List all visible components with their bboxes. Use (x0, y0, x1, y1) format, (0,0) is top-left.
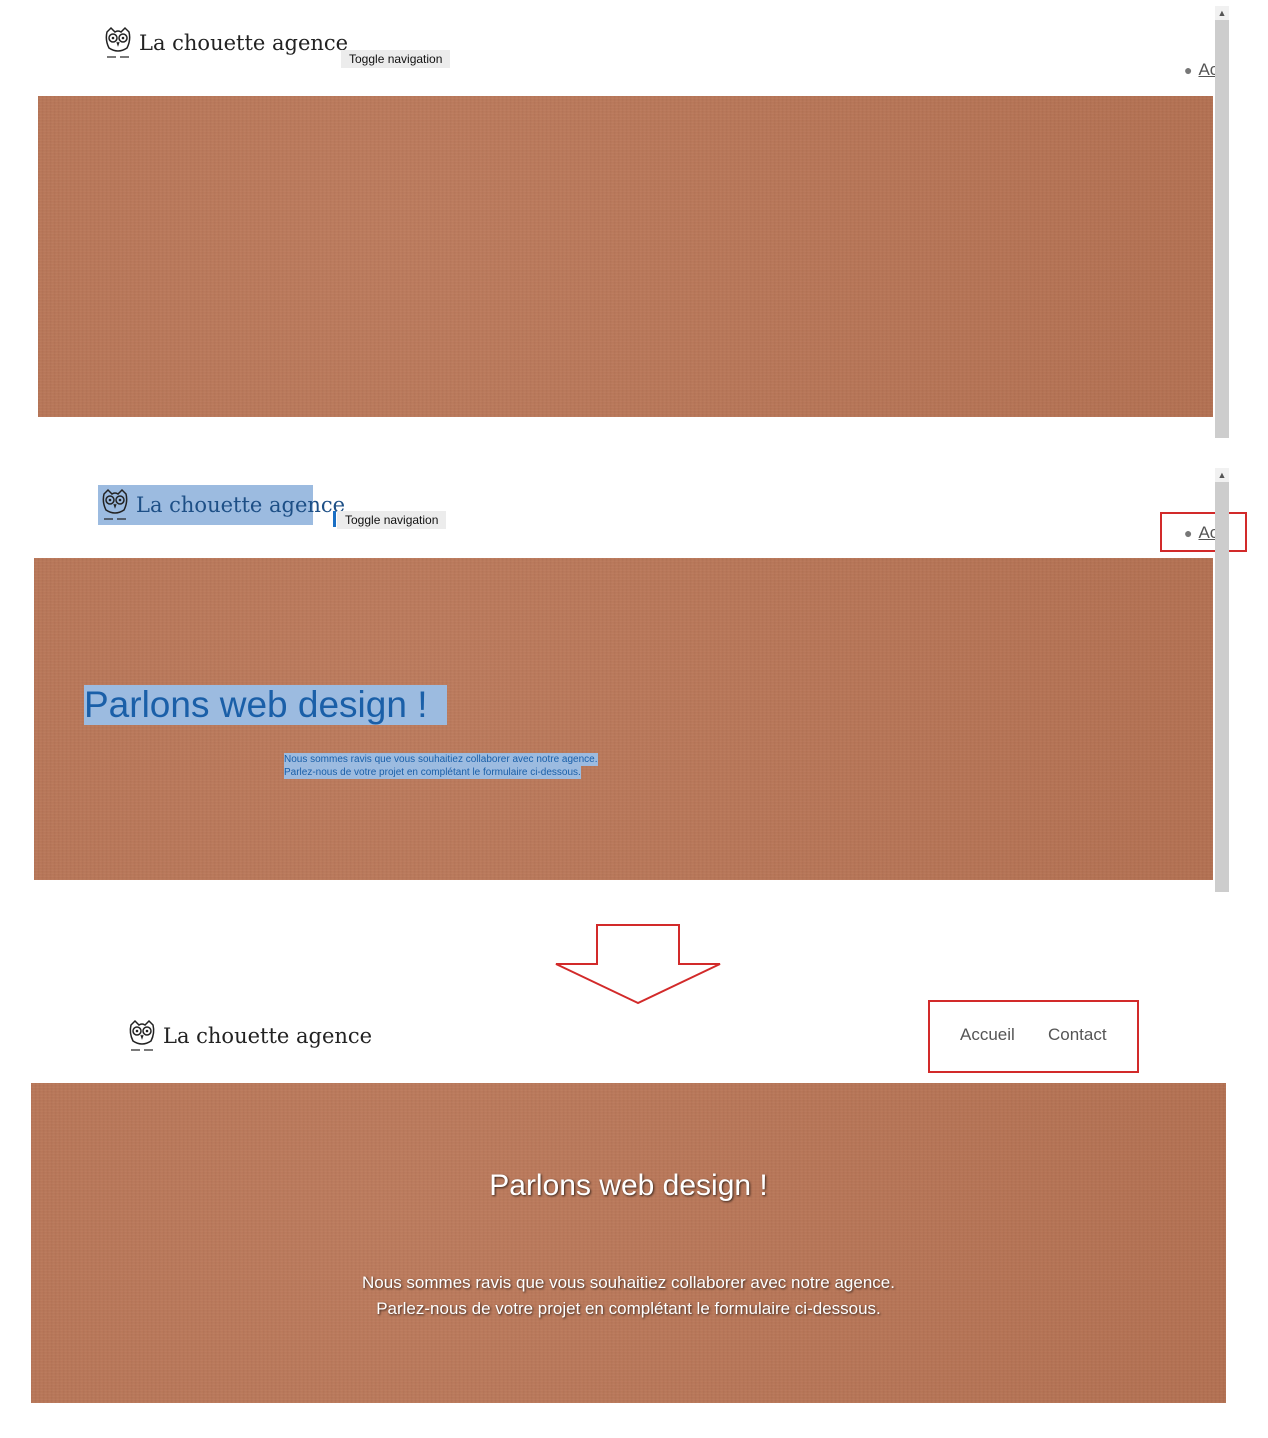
scroll-up-icon[interactable]: ▲ (1215, 6, 1229, 20)
bullet-icon: ● (1184, 62, 1193, 78)
hero-subtitle-line-1: Nous sommes ravis que vous souhaitiez co… (362, 1273, 895, 1292)
hero-subtitle-line-2: Parlez-nous de votre projet en complétan… (284, 766, 581, 779)
toggle-navigation-button[interactable]: Toggle navigation (337, 511, 447, 529)
hero-banner: Parlons web design ! Nous sommes ravis q… (34, 558, 1213, 880)
brand-name: La chouette agence (139, 31, 349, 55)
hero-title: Parlons web design ! (489, 1169, 768, 1202)
owl-icon (100, 488, 130, 522)
nav-link-accueil[interactable]: Accueil (960, 1025, 1015, 1045)
hero-subtitle-selected: Nous sommes ravis que vous souhaitiez co… (284, 753, 598, 779)
brand-logo[interactable]: La chouette agence (103, 26, 348, 60)
toggle-navigation-button[interactable]: Toggle navigation (341, 50, 451, 68)
hero-subtitle: Nous sommes ravis que vous souhaitiez co… (31, 1270, 1226, 1322)
vertical-scrollbar[interactable]: ▲ (1215, 6, 1229, 438)
brand-logo-selected[interactable]: La chouette agence (98, 485, 345, 525)
owl-icon (127, 1019, 157, 1053)
hero-title: Parlons web design ! (84, 684, 428, 725)
vertical-scrollbar[interactable]: ▲ (1215, 468, 1229, 892)
scroll-up-icon[interactable]: ▲ (1215, 468, 1229, 482)
owl-icon (103, 26, 133, 60)
brand-name: La chouette agence (136, 493, 346, 517)
hero-subtitle-line-1: Nous sommes ravis que vous souhaitiez co… (284, 753, 598, 766)
nav-list-item[interactable]: ● Ac (1184, 60, 1218, 80)
hero-subtitle-line-2: Parlez-nous de votre projet en complétan… (376, 1299, 881, 1318)
brand-logo[interactable]: La chouette agence (127, 1019, 372, 1053)
hero-banner (38, 96, 1213, 417)
highlight-box-truncated-nav (1160, 512, 1247, 552)
hero-banner: Parlons web design ! Nous sommes ravis q… (31, 1083, 1226, 1403)
text-cursor (333, 511, 336, 527)
brand-name: La chouette agence (163, 1024, 373, 1048)
nav-link-contact[interactable]: Contact (1048, 1025, 1107, 1045)
down-arrow-icon (554, 923, 724, 1012)
